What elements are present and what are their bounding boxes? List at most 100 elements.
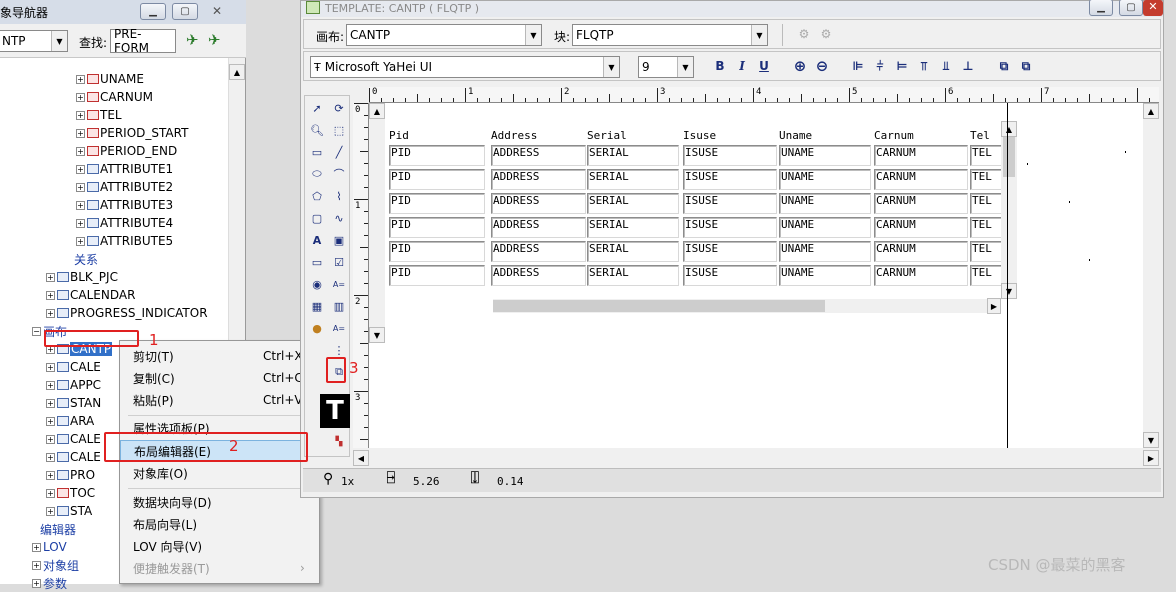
editor-vscroll[interactable]: ▲ ▼: [1143, 103, 1159, 448]
text-item-field[interactable]: TEL: [970, 169, 1004, 190]
find-next-icon[interactable]: ✈: [186, 31, 199, 49]
tree-node[interactable]: + UNAME: [76, 70, 144, 88]
maximize-icon[interactable]: ▢: [1119, 0, 1143, 16]
text-item-field[interactable]: PID: [389, 241, 485, 262]
expand-icon[interactable]: +: [46, 398, 55, 408]
text-item-field[interactable]: ISUSE: [683, 169, 777, 190]
text-item-field[interactable]: UNAME: [779, 265, 871, 286]
block-hscroll[interactable]: ▶: [493, 298, 1001, 314]
chevron-down-icon[interactable]: ▼: [603, 57, 619, 77]
text-item-field[interactable]: PID: [389, 169, 485, 190]
text-item-field[interactable]: ISUSE: [683, 217, 777, 238]
text-tool-icon[interactable]: A: [307, 230, 327, 250]
text-item-field[interactable]: UNAME: [779, 145, 871, 166]
text-item-field[interactable]: ISUSE: [683, 265, 777, 286]
text-item-field[interactable]: PID: [389, 193, 485, 214]
align-left-icon[interactable]: ⊫: [848, 56, 868, 76]
polygon-tool-icon[interactable]: ⬠: [307, 186, 327, 206]
expand-icon[interactable]: +: [46, 434, 55, 444]
text-item-field[interactable]: SERIAL: [587, 241, 679, 262]
tree-node[interactable]: 关系: [74, 250, 98, 268]
scroll-thumb[interactable]: [1003, 137, 1015, 177]
expand-icon[interactable]: +: [46, 308, 55, 318]
text-color-icon[interactable]: T: [320, 394, 350, 428]
chevron-down-icon[interactable]: ▼: [525, 25, 541, 45]
expand-icon[interactable]: +: [76, 128, 85, 138]
text-item-field[interactable]: SERIAL: [587, 217, 679, 238]
text-item-field[interactable]: SERIAL: [587, 265, 679, 286]
text-item-field[interactable]: CARNUM: [874, 265, 968, 286]
tree-node[interactable]: + CALE: [46, 358, 101, 376]
text-item-field[interactable]: ISUSE: [683, 241, 777, 262]
radio-tool-icon[interactable]: ◉: [307, 274, 327, 294]
text-item-field[interactable]: TEL: [970, 145, 1004, 166]
text-item-field[interactable]: ADDRESS: [491, 193, 586, 214]
expand-icon[interactable]: +: [46, 272, 55, 282]
zoom-out-icon[interactable]: ⊖: [812, 56, 832, 76]
select-tool-icon[interactable]: ➚: [307, 98, 327, 118]
expand-icon[interactable]: +: [46, 488, 55, 498]
magnify-tool-icon[interactable]: 🔍︎: [307, 120, 327, 140]
layout-canvas[interactable]: ▲ ▼ Pid Address Serial Isuse Uname Carnum Tel P…: [369, 103, 1159, 448]
expand-icon[interactable]: +: [76, 200, 85, 210]
text-item-field[interactable]: ADDRESS: [491, 217, 586, 238]
text-item-field[interactable]: ADDRESS: [491, 241, 586, 262]
expand-icon[interactable]: +: [76, 92, 85, 102]
color-palette-icon[interactable]: ▚: [329, 432, 349, 452]
scroll-down-icon[interactable]: ▼: [1001, 283, 1017, 299]
tree-node[interactable]: + PERIOD_START: [76, 124, 188, 142]
zoom-in-icon[interactable]: ⊕: [790, 56, 810, 76]
tree-node[interactable]: + ARA: [46, 412, 94, 430]
tree-node[interactable]: + LOV: [32, 538, 67, 556]
text-item-field[interactable]: ADDRESS: [491, 145, 586, 166]
tree-node[interactable]: + PRO: [46, 466, 95, 484]
scroll-up-icon[interactable]: ▲: [369, 103, 385, 119]
canvas-vscroll[interactable]: ▲ ▼: [369, 103, 385, 343]
scroll-thumb[interactable]: [493, 300, 825, 312]
text-item-field[interactable]: CARNUM: [874, 145, 968, 166]
text-item-field[interactable]: TEL: [970, 241, 1004, 262]
tree-node[interactable]: + CALENDAR: [46, 286, 135, 304]
display-item-tool-icon[interactable]: A=: [329, 318, 349, 338]
rectangle-tool-icon[interactable]: ▭: [307, 142, 327, 162]
text-item-field[interactable]: SERIAL: [587, 169, 679, 190]
ellipse-tool-icon[interactable]: ⬭: [307, 164, 327, 184]
tree-node[interactable]: + PERIOD_END: [76, 142, 177, 160]
text-item-field[interactable]: CARNUM: [874, 217, 968, 238]
expand-icon[interactable]: +: [46, 290, 55, 300]
chevron-down-icon[interactable]: ▼: [51, 31, 67, 51]
text-item-field[interactable]: TEL: [970, 265, 1004, 286]
text-item-field[interactable]: ISUSE: [683, 193, 777, 214]
collapse-icon[interactable]: −: [32, 326, 41, 336]
reshape-tool-icon[interactable]: ⬚: [329, 120, 349, 140]
bring-front-icon[interactable]: ⧉: [994, 56, 1014, 76]
block-vscroll[interactable]: ▲ ▼: [1001, 121, 1017, 299]
text-item-field[interactable]: ADDRESS: [491, 265, 586, 286]
expand-icon[interactable]: +: [46, 362, 55, 372]
expand-icon[interactable]: +: [76, 164, 85, 174]
scroll-down-icon[interactable]: ▼: [1143, 432, 1159, 448]
tree-node[interactable]: + CARNUM: [76, 88, 153, 106]
expand-icon[interactable]: +: [32, 542, 41, 552]
tree-node[interactable]: + BLK_PJC: [46, 268, 118, 286]
tree-node[interactable]: 编辑器: [40, 520, 76, 538]
scroll-up-icon[interactable]: ▲: [229, 64, 245, 80]
frame-tool-icon[interactable]: ▣: [329, 230, 349, 250]
text-item-field[interactable]: TEL: [970, 217, 1004, 238]
send-back-icon[interactable]: ⧉: [1016, 56, 1036, 76]
line-tool-icon[interactable]: ╱: [329, 142, 349, 162]
scroll-down-icon[interactable]: ▼: [369, 327, 385, 343]
tree-node[interactable]: + TOC: [46, 484, 95, 502]
tree-node[interactable]: + 对象组: [32, 556, 79, 574]
text-item-field[interactable]: ADDRESS: [491, 169, 586, 190]
expand-icon[interactable]: +: [76, 236, 85, 246]
tree-node[interactable]: + CALE: [46, 448, 101, 466]
menu-item-layout-wizard[interactable]: 布局向导(L): [120, 513, 319, 535]
expand-icon[interactable]: +: [76, 146, 85, 156]
text-item-field[interactable]: TEL: [970, 193, 1004, 214]
tree-node[interactable]: + STA: [46, 502, 92, 520]
menu-item-paste[interactable]: 粘贴(P) Ctrl+V: [120, 389, 319, 411]
tree-node[interactable]: + ATTRIBUTE3: [76, 196, 173, 214]
underline-icon[interactable]: U: [754, 56, 774, 76]
expand-icon[interactable]: +: [76, 182, 85, 192]
